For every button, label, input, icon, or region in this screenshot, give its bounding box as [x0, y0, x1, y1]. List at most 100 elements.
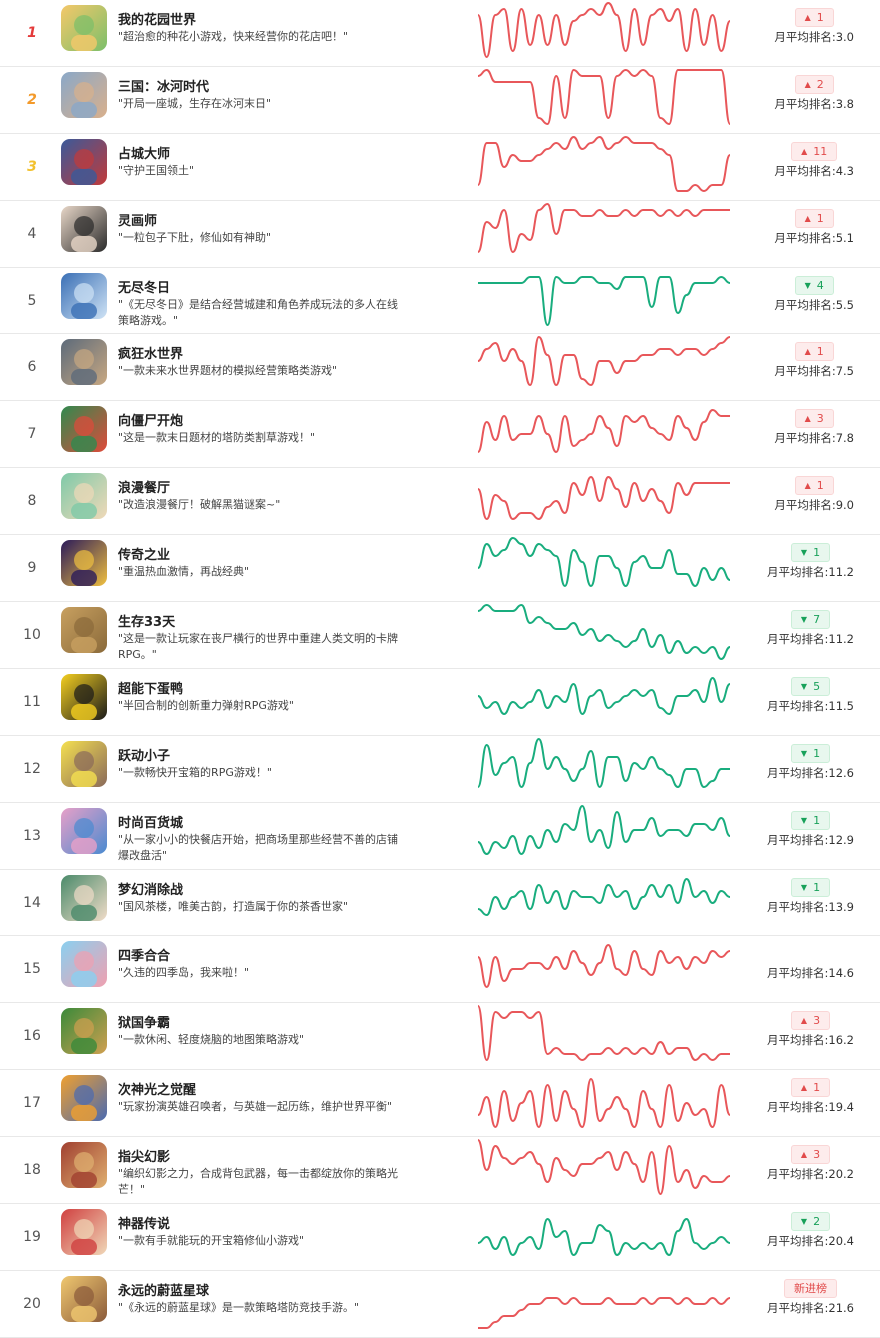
rank-change-badge: ▼ 1	[790, 810, 831, 830]
average-rank-value: 19.4	[828, 1100, 854, 1115]
game-icon[interactable]	[61, 5, 107, 51]
game-icon[interactable]	[61, 1142, 107, 1189]
list-item[interactable]: 7 向僵尸开炮 "这是一款末日题材的塔防类割草游戏！" ▲ 3 月平均排名:7.8	[0, 401, 880, 469]
game-name[interactable]: 时尚百货城	[118, 812, 183, 831]
game-description: "这是一款末日题材的塔防类割草游戏！"	[118, 431, 316, 445]
game-icon[interactable]	[61, 607, 107, 654]
rank-change-value: 5	[813, 679, 821, 693]
average-rank-value: 20.2	[828, 1167, 854, 1182]
average-rank-label: 月平均排名:	[767, 765, 829, 780]
game-icon[interactable]	[61, 339, 107, 386]
list-item[interactable]: 12 跃动小子 "一款畅快开宝箱的RPG游戏！" ▼ 1 月平均排名:12.6	[0, 736, 880, 803]
game-name[interactable]: 向僵尸开炮	[118, 410, 183, 429]
list-item[interactable]: 17 次神光之觉醒 "玩家扮演英雄召唤者，与英雄一起历练，维护世界平衡" ▲ 1 月平均排…	[0, 1070, 880, 1138]
average-rank-label: 月平均排名:	[767, 899, 829, 914]
average-rank-value: 14.6	[828, 966, 854, 981]
game-name[interactable]: 梦幻消除战	[118, 879, 183, 898]
list-item[interactable]: 5 无尽冬日 "《无尽冬日》是结合经营城建和角色养成玩法的多人在线策略游戏。" ▼ 4 月…	[0, 268, 880, 335]
game-name[interactable]: 四季合合	[118, 945, 170, 964]
game-description: "玩家扮演英雄召唤者，与英雄一起历练，维护世界平衡"	[118, 1100, 393, 1114]
trend-line	[478, 1296, 731, 1329]
arrow-up-icon: ▲	[804, 79, 811, 89]
game-icon[interactable]	[61, 138, 107, 185]
game-icon[interactable]	[61, 807, 107, 854]
rank-change-badge: ▲ 11	[791, 141, 838, 161]
list-item[interactable]: 19 神器传说 "一款有手就能玩的开宝箱修仙小游戏" ▼ 2 月平均排名:20.4	[0, 1204, 880, 1271]
game-name[interactable]: 跃动小子	[118, 745, 170, 764]
rank-change-value: 2	[816, 77, 824, 91]
rank-number: 2	[27, 91, 37, 108]
game-icon[interactable]	[61, 740, 107, 787]
rank-change-badge: ▼ 2	[790, 1212, 831, 1232]
average-rank-label: 月平均排名:	[767, 698, 829, 713]
average-rank: 月平均排名:3.0	[774, 29, 854, 45]
list-item[interactable]: 11 超能下蛋鸭 "半回合制的创新重力弹射RPG游戏" ▼ 5 月平均排名:11.5	[0, 669, 880, 736]
average-rank: 月平均排名:13.9	[767, 899, 854, 915]
game-name[interactable]: 超能下蛋鸭	[118, 678, 183, 697]
rank-number: 4	[27, 225, 37, 242]
list-item[interactable]: 13 时尚百货城 "从一家小小的快餐店开始，把商场里那些经营不善的店铺爆改盘活" ▼ 1…	[0, 803, 880, 870]
list-item[interactable]: 3 占城大师 "守护王国领土" ▲ 11 月平均排名:4.3	[0, 134, 880, 201]
list-item[interactable]: 2 三国：冰河时代 "开局一座城，生存在冰河末日" ▲ 2 月平均排名:3.8	[0, 67, 880, 134]
game-name[interactable]: 指尖幻影	[118, 1146, 170, 1165]
list-item[interactable]: 9 传奇之业 "重温热血激情，再战经典" ▼ 1 月平均排名:11.2	[0, 535, 880, 603]
list-item[interactable]: 6 疯狂水世界 "一款未来水世界题材的模拟经营策略类游戏" ▲ 1 月平均排名:7.5	[0, 334, 880, 402]
game-icon[interactable]	[61, 1275, 107, 1322]
average-rank-label: 月平均排名:	[767, 1300, 829, 1315]
game-name[interactable]: 永远的蔚蓝星球	[118, 1280, 209, 1299]
average-rank-value: 5.5	[835, 297, 854, 312]
game-name[interactable]: 次神光之觉醒	[118, 1079, 196, 1098]
game-icon[interactable]	[61, 673, 107, 720]
game-description: "这是一款让玩家在丧尸横行的世界中重建人类文明的卡牌RPG。"	[118, 632, 399, 662]
list-item[interactable]: 10 生存33天 "这是一款让玩家在丧尸横行的世界中重建人类文明的卡牌RPG。" ▼ 7…	[0, 602, 880, 669]
trend-line	[477, 1005, 730, 1062]
average-rank-label: 月平均排名:	[767, 1033, 829, 1048]
rank-change-badge: ▼ 1	[790, 543, 831, 563]
list-item[interactable]: 15 四季合合 "久违的四季岛，我来啦！" 月平均排名:14.6	[0, 936, 880, 1004]
rank-change-badge: ▲ 1	[794, 342, 834, 362]
game-icon[interactable]	[61, 540, 107, 587]
game-name[interactable]: 我的花园世界	[118, 9, 196, 28]
game-name[interactable]: 无尽冬日	[118, 277, 170, 296]
rank-change-badge: ▲ 1	[794, 8, 834, 27]
game-name[interactable]: 生存33天	[118, 611, 175, 630]
rank-change-value: 1	[813, 813, 821, 827]
game-icon[interactable]	[61, 941, 107, 988]
game-name[interactable]: 神器传说	[118, 1213, 170, 1232]
arrow-up-icon: ▲	[804, 414, 811, 424]
game-name[interactable]: 疯狂水世界	[118, 343, 183, 362]
ranking-list: 1 我的花园世界 "超治愈的种花小游戏，快来经营你的花店吧！" ▲ 1 月平均排名:3.0…	[0, 0, 880, 1338]
list-item[interactable]: 1 我的花园世界 "超治愈的种花小游戏，快来经营你的花店吧！" ▲ 1 月平均排名:3.0	[0, 0, 880, 67]
list-item[interactable]: 14 梦幻消除战 "国风茶楼，唯美古韵，打造属于你的茶香世家" ▼ 1 月平均排名:13.…	[0, 870, 880, 937]
game-description: "守护王国领土"	[118, 163, 195, 177]
game-name[interactable]: 灵画师	[118, 210, 157, 229]
game-icon[interactable]	[61, 205, 107, 252]
game-name[interactable]: 占城大师	[118, 143, 170, 162]
rank-trend-sparkline	[477, 804, 731, 855]
rank-change-value: 1	[816, 479, 824, 493]
list-item[interactable]: 8 浪漫餐厅 "改造浪漫餐厅！破解黑猫谜案~" ▲ 1 月平均排名:9.0	[0, 468, 880, 536]
game-name[interactable]: 浪漫餐厅	[118, 477, 170, 496]
game-icon[interactable]	[61, 406, 107, 453]
game-icon[interactable]	[61, 1008, 107, 1055]
game-name[interactable]: 狱国争霸	[118, 1012, 170, 1031]
game-icon[interactable]	[61, 1075, 107, 1122]
average-rank-label: 月平均排名:	[774, 498, 836, 513]
new-entry-badge: 新进榜	[784, 1278, 837, 1298]
list-item[interactable]: 20 永远的蔚蓝星球 "《永远的蔚蓝星球》是一款策略塔防竞技手游。" 新进榜 月平均排名…	[0, 1271, 880, 1338]
game-icon[interactable]	[61, 1209, 107, 1256]
arrow-up-icon: ▲	[801, 146, 808, 156]
game-icon[interactable]	[61, 473, 107, 520]
game-icon[interactable]	[61, 272, 107, 319]
list-item[interactable]: 18 指尖幻影 "编织幻影之力，合成背包武器，每一击都绽放你的策略光芒！" ▲ 3 月平均…	[0, 1137, 880, 1205]
game-icon[interactable]	[61, 71, 107, 118]
list-item[interactable]: 4 灵画师 "一粒包子下肚，修仙如有神助" ▲ 1 月平均排名:5.1	[0, 201, 880, 268]
game-icon[interactable]	[61, 874, 107, 921]
game-name[interactable]: 传奇之业	[118, 544, 170, 563]
trend-line	[477, 135, 731, 192]
rank-change-badge: ▼ 1	[790, 877, 831, 897]
average-rank: 月平均排名:11.2	[767, 631, 854, 647]
game-name[interactable]: 三国：冰河时代	[118, 76, 209, 95]
game-description: "一款畅快开宝箱的RPG游戏！"	[118, 765, 272, 779]
list-item[interactable]: 16 狱国争霸 "一款休闲、轻度烧脑的地图策略游戏" ▲ 3 月平均排名:16.2	[0, 1003, 880, 1071]
